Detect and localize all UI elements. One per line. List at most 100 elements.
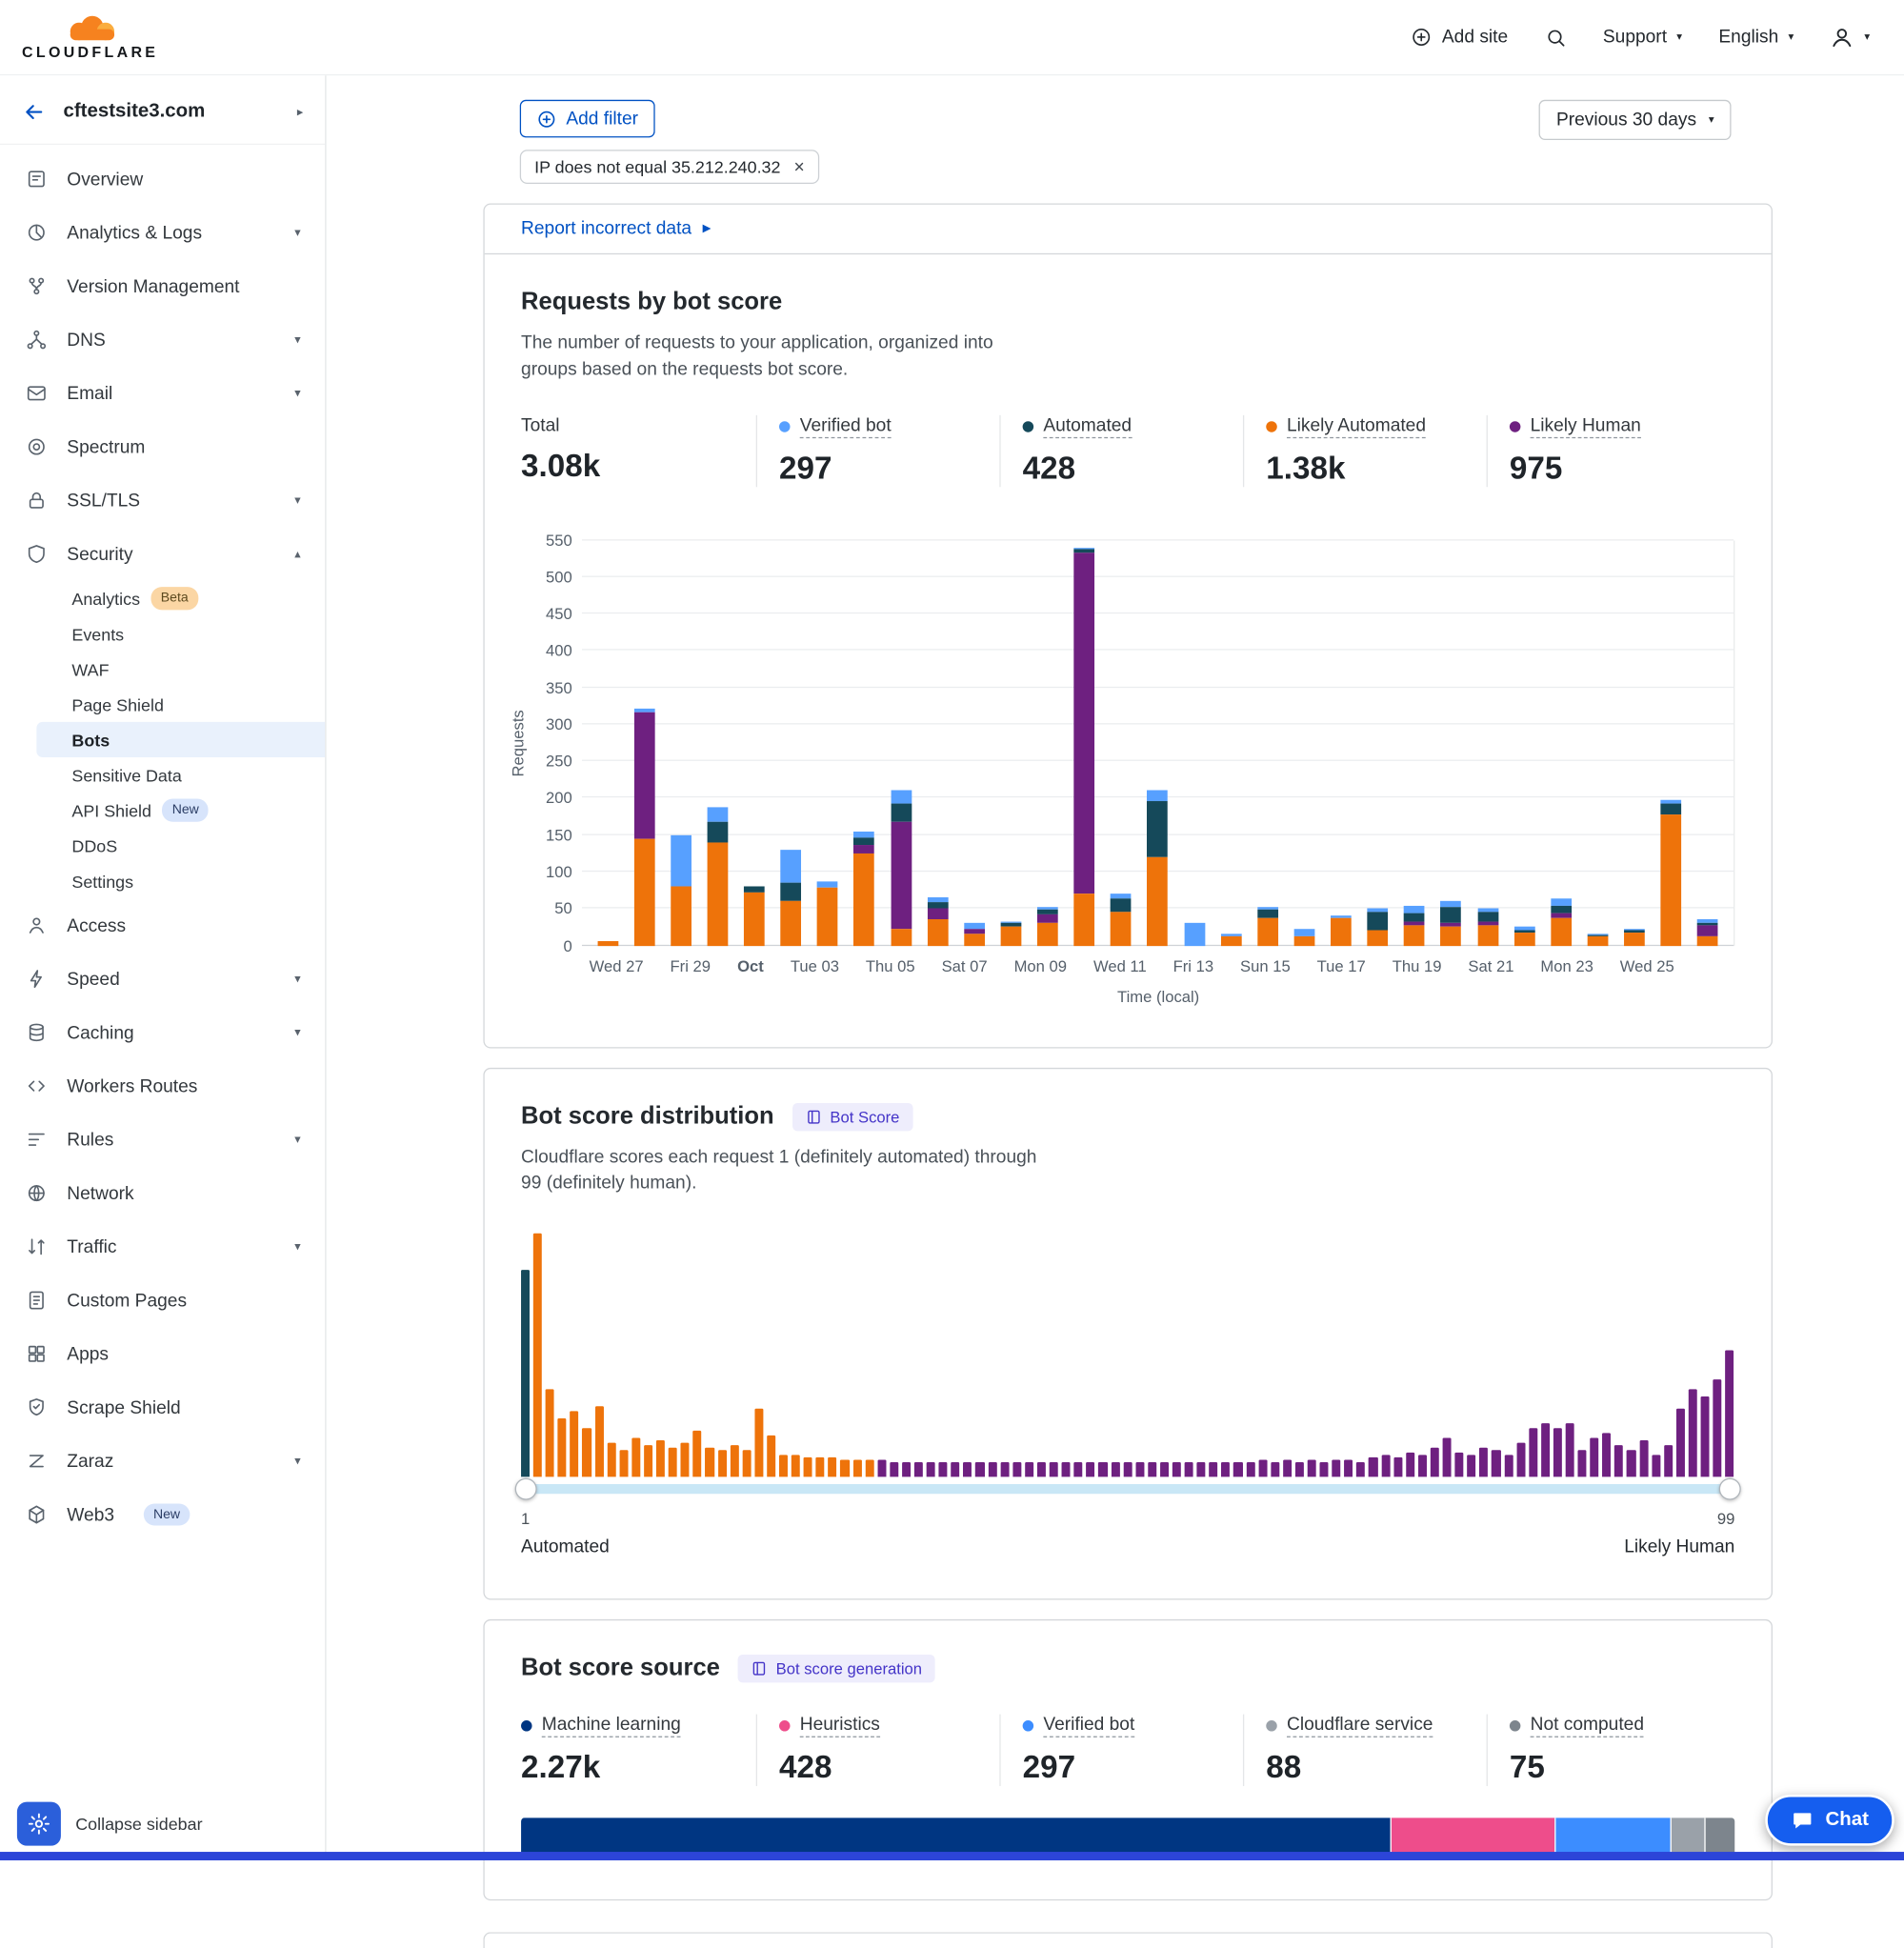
bar-wed-18[interactable] <box>1368 908 1389 945</box>
score-52-bar <box>1148 1462 1156 1476</box>
bar-thu-19[interactable] <box>1404 907 1425 946</box>
filter-chip[interactable]: IP does not equal 35.212.240.32 × <box>520 150 819 184</box>
bar-wed-27[interactable] <box>597 942 618 946</box>
sidebar-item-page-shield[interactable]: Page Shield <box>36 687 325 722</box>
email-icon <box>25 381 50 406</box>
score-36-bar <box>952 1462 960 1476</box>
sidebar-item-speed[interactable]: Speed▾ <box>0 953 325 1006</box>
bar-mon-09[interactable] <box>1037 907 1058 945</box>
sidebar-item-dns[interactable]: DNS▾ <box>0 312 325 366</box>
bar-sun-08[interactable] <box>1001 921 1022 946</box>
sidebar-item-bots[interactable]: Bots <box>36 722 325 757</box>
score-84-bar <box>1541 1423 1550 1476</box>
bar-mon-23[interactable] <box>1551 899 1572 946</box>
report-incorrect-data-link[interactable]: Report incorrect data ▶ <box>521 218 711 239</box>
sidebar-item-overview[interactable]: Overview <box>0 152 325 206</box>
add-filter-button[interactable]: Add filter <box>520 100 655 138</box>
bar-wed-11[interactable] <box>1111 894 1132 945</box>
sidebar-item-rules[interactable]: Rules▾ <box>0 1113 325 1166</box>
bar-sat-14[interactable] <box>1221 934 1242 946</box>
support-menu[interactable]: Support ▾ <box>1603 27 1682 48</box>
document-icon <box>806 1109 822 1125</box>
score-29-bar <box>865 1459 873 1476</box>
sidebar-item-security[interactable]: Security▴ <box>0 527 325 580</box>
score-68-bar <box>1344 1459 1353 1476</box>
bar-sun-22[interactable] <box>1514 926 1535 945</box>
sidebar-item-waf[interactable]: WAF <box>36 652 325 687</box>
sidebar-item-web3[interactable]: Web3New <box>0 1488 325 1541</box>
cloudflare-logo[interactable]: CLOUDFLARE <box>22 14 158 61</box>
search-icon[interactable] <box>1545 26 1567 48</box>
bar-thu-12[interactable] <box>1148 791 1169 945</box>
stat-label-row: Cloudflare service <box>1266 1715 1486 1737</box>
bar-sun-15[interactable] <box>1257 907 1278 945</box>
sidebar-item-ddos[interactable]: DDoS <box>36 828 325 863</box>
sidebar-item-api-shield[interactable]: API ShieldNew <box>36 793 325 828</box>
badge-beta: Beta <box>151 588 198 610</box>
remove-filter-icon[interactable]: × <box>794 158 805 176</box>
likely-automated-segment <box>1624 933 1645 946</box>
sidebar-item-scrape-shield[interactable]: Scrape Shield <box>0 1380 325 1434</box>
collapse-sidebar[interactable]: Collapse sidebar <box>75 1814 202 1833</box>
sidebar-item-ssl-tls[interactable]: SSL/TLS▾ <box>0 473 325 527</box>
sidebar-item-version-management[interactable]: Version Management <box>0 259 325 312</box>
bar-fri-27[interactable] <box>1697 919 1718 946</box>
bar-mon-16[interactable] <box>1294 929 1315 945</box>
sidebar-item-sensitive-data[interactable]: Sensitive Data <box>36 757 325 793</box>
sidebar-item-spectrum[interactable]: Spectrum <box>0 420 325 473</box>
bar-wed-04[interactable] <box>854 832 875 946</box>
bar-tue-10[interactable] <box>1074 548 1095 946</box>
x-tick-label <box>764 956 791 974</box>
sidebar-item-workers-routes[interactable]: Workers Routes <box>0 1059 325 1113</box>
chat-button[interactable]: Chat <box>1766 1795 1894 1846</box>
score-range-slider[interactable] <box>521 1484 1734 1494</box>
score-43-bar <box>1037 1462 1046 1476</box>
bar-sat-30[interactable] <box>708 807 729 945</box>
bar-group <box>1690 540 1727 946</box>
bar-thu-28[interactable] <box>634 708 655 945</box>
sidebar-item-network[interactable]: Network <box>0 1166 325 1219</box>
sidebar-item-analytics[interactable]: AnalyticsBeta <box>36 581 325 616</box>
chevron-right-icon[interactable]: ▸ <box>297 106 303 119</box>
slider-handle-min[interactable] <box>515 1478 537 1500</box>
sidebar-item-traffic[interactable]: Traffic▾ <box>0 1220 325 1274</box>
sidebar-item-apps[interactable]: Apps <box>0 1327 325 1380</box>
bar-tue-03[interactable] <box>817 882 838 946</box>
bar-tue-17[interactable] <box>1331 915 1352 946</box>
bot-score-generation-badge[interactable]: Bot score generation <box>738 1655 935 1682</box>
stat-value: 428 <box>779 1748 999 1786</box>
date-range-select[interactable]: Previous 30 days ▾ <box>1539 100 1731 140</box>
sidebar-item-settings[interactable]: Settings <box>36 863 325 898</box>
back-arrow-icon[interactable] <box>22 100 47 125</box>
bar-tue-24[interactable] <box>1588 934 1609 945</box>
slider-handle-max[interactable] <box>1719 1478 1741 1500</box>
language-menu[interactable]: English ▾ <box>1718 27 1794 48</box>
bar-fri-29[interactable] <box>671 834 691 945</box>
stat-total: Total3.08k <box>521 414 756 486</box>
sidebar-item-custom-pages[interactable]: Custom Pages <box>0 1274 325 1327</box>
badge-new: New <box>144 1503 190 1525</box>
add-site-button[interactable]: Add site <box>1412 27 1508 48</box>
sidebar-item-analytics-logs[interactable]: Analytics & Logs▾ <box>0 206 325 259</box>
bar-fri-06[interactable] <box>928 896 949 945</box>
bar-fri-20[interactable] <box>1441 901 1462 945</box>
bar-fri-13[interactable] <box>1184 923 1205 945</box>
sidebar-item-zaraz[interactable]: Zaraz▾ <box>0 1435 325 1488</box>
bot-score-badge[interactable]: Bot Score <box>792 1102 913 1130</box>
bar-mon-02[interactable] <box>781 850 802 946</box>
sidebar-item-email[interactable]: Email▾ <box>0 367 325 420</box>
bar-sat-07[interactable] <box>964 923 985 946</box>
score-79-bar <box>1479 1448 1488 1477</box>
bar-sun-01[interactable] <box>744 887 765 946</box>
sidebar-item-events[interactable]: Events <box>36 616 325 652</box>
bar-thu-05[interactable] <box>891 791 912 945</box>
bar-thu-26[interactable] <box>1661 799 1682 945</box>
slider-min-label: 1 <box>521 1510 530 1528</box>
sidebar-item-caching[interactable]: Caching▾ <box>0 1006 325 1059</box>
bar-wed-25[interactable] <box>1624 929 1645 945</box>
settings-gear-button[interactable] <box>17 1802 61 1846</box>
account-menu[interactable]: ▾ <box>1831 25 1871 50</box>
sidebar-item-access[interactable]: Access <box>0 898 325 952</box>
bar-group <box>1433 540 1470 946</box>
bar-sat-21[interactable] <box>1477 908 1498 945</box>
